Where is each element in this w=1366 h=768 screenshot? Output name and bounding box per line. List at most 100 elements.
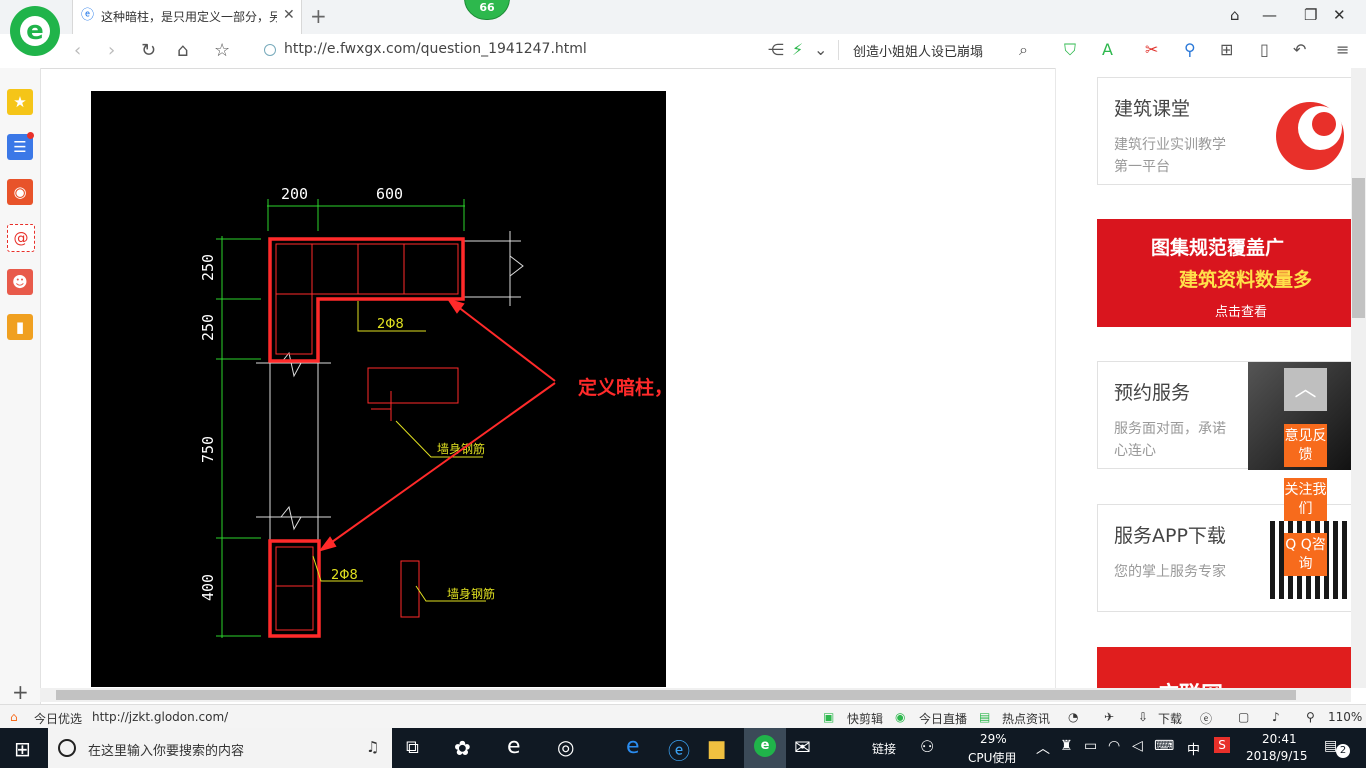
top-dimension-lines: [267, 199, 465, 231]
wifi-icon[interactable]: ◠: [1108, 738, 1120, 754]
shirt-skin-icon[interactable]: ⌂: [1230, 6, 1240, 24]
follow-us-button[interactable]: 关注我们: [1284, 478, 1327, 521]
horizontal-scrollbar-thumb[interactable]: [56, 690, 1296, 700]
people-icon[interactable]: ⚇: [920, 737, 934, 756]
file-explorer-icon[interactable]: ▆: [709, 735, 724, 759]
speaker-icon[interactable]: ◁: [1132, 738, 1143, 754]
banner-line2: 建筑资料数量多: [1179, 269, 1313, 291]
banner-line1: 图集规范覆盖广: [1151, 237, 1285, 259]
news-icon[interactable]: ▤: [979, 710, 990, 724]
feedback-button[interactable]: 意见反馈: [1284, 424, 1327, 467]
active-app-highlight[interactable]: e: [744, 728, 786, 768]
browser-tab[interactable]: ⓔ 这种暗柱，是只用定义一部分，另 ✕: [72, 0, 302, 34]
banner-cta[interactable]: 点击查看: [1215, 301, 1267, 320]
ime-indicator[interactable]: 中: [1187, 739, 1200, 758]
divider: [838, 40, 839, 60]
edge-icon[interactable]: e: [626, 734, 640, 759]
keyboard-icon[interactable]: ⌨: [1154, 738, 1174, 754]
notification-bell-icon[interactable]: ♜: [1060, 738, 1073, 754]
ie-icon[interactable]: ⓔ: [668, 734, 690, 766]
minimize-button[interactable]: —: [1262, 6, 1277, 24]
window-icon[interactable]: ▢: [1238, 710, 1249, 724]
status-item-download[interactable]: 下载: [1158, 710, 1182, 727]
rebar-label-1: 2Φ8: [377, 317, 404, 332]
address-input[interactable]: http://e.fwxgx.com/question_1941247.html: [284, 41, 587, 57]
cpu-percent: 29%: [980, 732, 1007, 746]
clock-time[interactable]: 20:41: [1262, 732, 1297, 746]
zoom-icon[interactable]: ⚲: [1306, 710, 1315, 724]
dim-top-1: 200: [281, 185, 308, 203]
annotation-text: 定义暗柱，用剪力墙覆盖: [578, 376, 666, 399]
close-tab-icon[interactable]: ✕: [283, 7, 295, 23]
status-item-clip[interactable]: 快剪辑: [847, 710, 883, 727]
translate-icon[interactable]: A: [1102, 40, 1113, 59]
scissors-icon[interactable]: ✂: [1145, 40, 1158, 59]
menu-icon[interactable]: ≡: [1336, 40, 1349, 59]
volume-icon[interactable]: ♪: [1272, 710, 1280, 724]
status-left-label[interactable]: 今日优选: [34, 710, 82, 727]
ie-mode-icon[interactable]: ⓔ: [1200, 710, 1212, 727]
battery-icon[interactable]: ▭: [1084, 738, 1097, 754]
game-icon[interactable]: ☻: [7, 269, 33, 295]
refresh-icon[interactable]: ↻: [141, 40, 156, 61]
download-icon[interactable]: ⇩: [1138, 710, 1148, 724]
search-input[interactable]: 创造小姐姐人设已崩塌: [853, 41, 983, 60]
magnifier-icon[interactable]: ⚲: [1184, 40, 1196, 59]
cpu-label: CPU使用: [968, 751, 1017, 765]
bottom-banner[interactable]: 广联网: [1097, 647, 1352, 688]
pinwheel-app-icon[interactable]: ✿: [454, 736, 471, 760]
edge-browser-icon[interactable]: e: [507, 734, 521, 759]
sogou-s-icon[interactable]: S: [1214, 737, 1230, 753]
home-icon[interactable]: ⌂: [177, 40, 188, 61]
speed-icon[interactable]: ◔: [1068, 710, 1078, 724]
clip-icon[interactable]: ▣: [823, 710, 834, 724]
vertical-scrollbar-thumb[interactable]: [1352, 178, 1365, 318]
browser-logo-icon[interactable]: e: [10, 6, 60, 56]
restore-button[interactable]: ❐: [1304, 6, 1317, 24]
chevron-up-icon[interactable]: ︿: [1036, 738, 1050, 758]
reader-icon[interactable]: ▯: [1260, 40, 1269, 59]
windows-start-icon[interactable]: ⊞: [14, 737, 31, 761]
favorite-star-icon[interactable]: ☆: [214, 40, 230, 61]
task-view-icon[interactable]: ⧉: [406, 737, 419, 758]
status-item-live[interactable]: 今日直播: [919, 710, 967, 727]
back-icon[interactable]: ‹: [74, 40, 81, 61]
add-sidebar-item-icon[interactable]: +: [12, 680, 29, 704]
card-title: 建筑课堂: [1114, 98, 1191, 120]
taskbar-search-box[interactable]: 在这里输入你要搜索的内容 ♫: [48, 728, 392, 768]
back-to-top-button[interactable]: ︿: [1284, 368, 1327, 411]
status-item-news[interactable]: 热点资讯: [1002, 710, 1050, 727]
live-icon[interactable]: ◉: [895, 710, 905, 724]
shield-icon[interactable]: ⛉: [1064, 40, 1076, 60]
clock-date[interactable]: 2018/9/15: [1246, 749, 1308, 763]
close-window-button[interactable]: ✕: [1333, 6, 1346, 24]
chevron-down-icon[interactable]: ⌄: [814, 40, 827, 59]
lightning-icon[interactable]: ⚡: [792, 40, 803, 59]
vertical-scrollbar[interactable]: [1351, 68, 1366, 688]
apps-icon[interactable]: ⊞: [1220, 40, 1233, 59]
share-icon[interactable]: ⋲: [768, 40, 784, 59]
notification-count: 2: [1336, 744, 1350, 758]
atlas-banner[interactable]: 图集规范覆盖广 建筑资料数量多 点击查看: [1097, 219, 1352, 327]
qq-consult-button[interactable]: Q Q咨询: [1284, 533, 1327, 576]
search-icon[interactable]: ⌕: [1019, 40, 1028, 60]
spiral-app-icon[interactable]: ◎: [557, 735, 574, 759]
jianzhu-ketang-card[interactable]: 建筑课堂 建筑行业实训教学第一平台: [1097, 77, 1352, 185]
pin-icon[interactable]: ✈: [1104, 710, 1114, 724]
taskbar-search-placeholder: 在这里输入你要搜索的内容: [88, 744, 245, 759]
weibo-icon[interactable]: ◉: [7, 179, 33, 205]
notes-icon[interactable]: ▮: [7, 314, 33, 340]
new-tab-button[interactable]: +: [310, 4, 327, 28]
ie-page-icon: ⓔ: [81, 8, 95, 23]
forward-icon[interactable]: ›: [108, 40, 115, 61]
favorites-icon[interactable]: ★: [7, 89, 33, 115]
microphone-icon[interactable]: ♫: [366, 738, 379, 756]
undo-icon[interactable]: ↶: [1293, 40, 1306, 59]
taskbar-link-label[interactable]: 链接: [872, 740, 896, 757]
zoom-level[interactable]: 110%: [1328, 710, 1362, 724]
gift-icon[interactable]: ⌂: [10, 710, 18, 724]
unread-dot: [27, 132, 34, 139]
windows-taskbar: ⊞ 在这里输入你要搜索的内容 ♫ ⧉ ✿ e ◎ e ⓔ ▆ e ✉ 链接 ⚇ …: [0, 728, 1366, 768]
email-icon[interactable]: @: [7, 224, 35, 252]
mail-icon[interactable]: ✉: [794, 735, 811, 759]
